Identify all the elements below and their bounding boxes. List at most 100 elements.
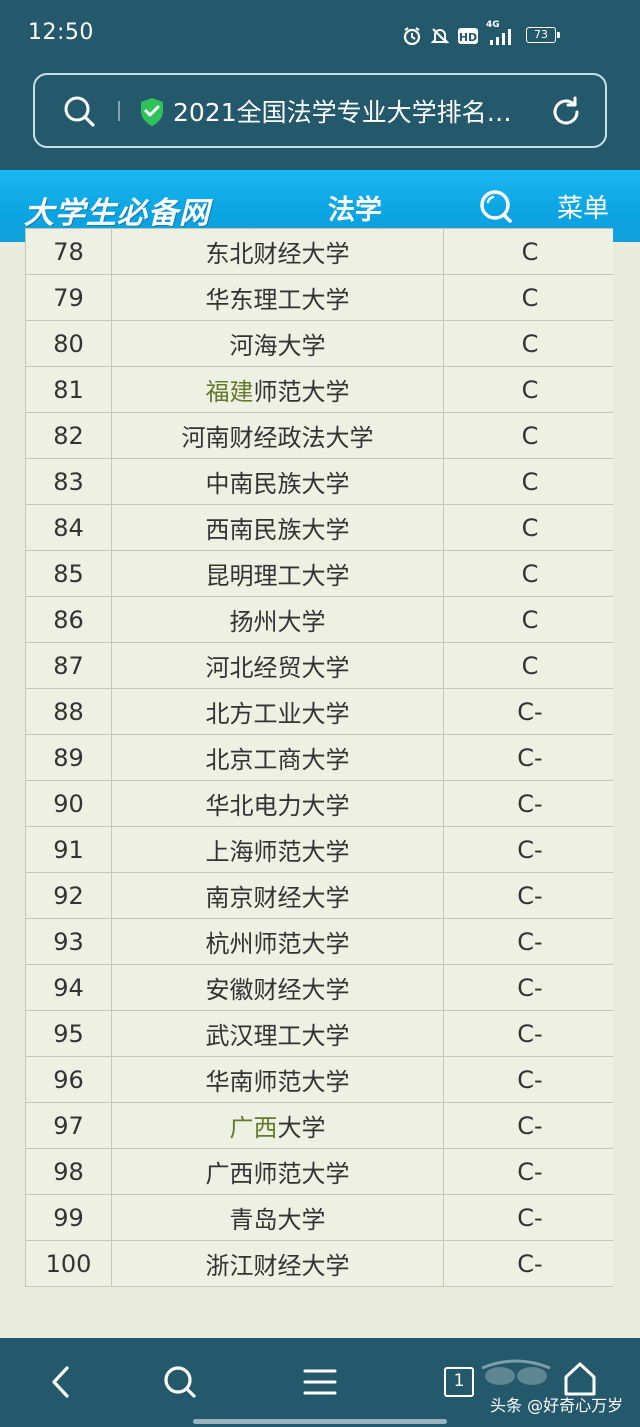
- tab-count-button[interactable]: 1: [444, 1367, 474, 1397]
- university-name-cell: 浙江财经大学: [111, 1240, 444, 1287]
- rank-cell: 87: [25, 642, 112, 689]
- rank-cell: 100: [25, 1240, 112, 1287]
- table-row: 88 北方工业大学 C-: [25, 688, 613, 735]
- grade-cell: C-: [443, 780, 613, 827]
- university-name-cell: 广西大学: [111, 1102, 444, 1149]
- grade-cell: C: [443, 366, 613, 413]
- site-logo[interactable]: 大学生必备网: [24, 188, 210, 232]
- status-bar: 12:50 HD 4G 73: [0, 0, 640, 72]
- university-name-cell: 广西师范大学: [111, 1148, 444, 1195]
- university-name-cell: 青岛大学: [111, 1194, 444, 1241]
- rank-cell: 88: [25, 688, 112, 735]
- university-name-cell: 扬州大学: [111, 596, 444, 643]
- table-row: 79 华东理工大学 C: [25, 274, 613, 321]
- menu-button[interactable]: 菜单: [557, 188, 609, 225]
- region-link[interactable]: 广西: [230, 1114, 278, 1142]
- search-icon[interactable]: [162, 1364, 198, 1404]
- university-name-cell: 华北电力大学: [111, 780, 444, 827]
- reload-icon[interactable]: [549, 95, 583, 133]
- university-name-cell: 福建师范大学: [111, 366, 444, 413]
- grade-cell: C: [443, 228, 613, 275]
- university-name-cell: 安徽财经大学: [111, 964, 444, 1011]
- university-name-rest: 大学: [277, 1114, 326, 1142]
- rank-cell: 94: [25, 964, 112, 1011]
- table-row: 94 安徽财经大学 C-: [25, 964, 613, 1011]
- rank-cell: 80: [25, 320, 112, 367]
- home-indicator[interactable]: [193, 1419, 447, 1424]
- university-name-cell: 华南师范大学: [111, 1056, 444, 1103]
- site-search-icon[interactable]: [478, 188, 514, 228]
- address-bar[interactable]: 2021全国法学专业大学排名…: [33, 73, 607, 148]
- grade-cell: C: [443, 274, 613, 321]
- rank-cell: 95: [25, 1010, 112, 1057]
- table-row: 85 昆明理工大学 C: [25, 550, 613, 597]
- address-divider: [118, 101, 120, 121]
- grade-cell: C: [443, 504, 613, 551]
- rank-cell: 91: [25, 826, 112, 873]
- rank-cell: 97: [25, 1102, 112, 1149]
- table-row: 89 北京工商大学 C-: [25, 734, 613, 781]
- status-time: 12:50: [28, 20, 94, 45]
- grade-cell: C-: [443, 1102, 613, 1149]
- grade-cell: C-: [443, 1010, 613, 1057]
- grade-cell: C-: [443, 1148, 613, 1195]
- university-name-cell: 东北财经大学: [111, 228, 444, 275]
- rank-cell: 92: [25, 872, 112, 919]
- browser-chrome: 12:50 HD 4G 73 2021全国法学专业大学排名…: [0, 0, 640, 170]
- table-row: 97 广西大学 C-: [25, 1102, 613, 1149]
- grade-cell: C-: [443, 1194, 613, 1241]
- back-icon[interactable]: [46, 1364, 76, 1404]
- rank-cell: 98: [25, 1148, 112, 1195]
- table-row: 82 河南财经政法大学 C: [25, 412, 613, 459]
- university-name-cell: 河北经贸大学: [111, 642, 444, 689]
- secure-shield-icon: [139, 97, 165, 131]
- rank-cell: 96: [25, 1056, 112, 1103]
- university-name-cell: 昆明理工大学: [111, 550, 444, 597]
- section-title[interactable]: 法学: [328, 188, 382, 227]
- rank-cell: 90: [25, 780, 112, 827]
- glasses-icon: [478, 1352, 554, 1396]
- grade-cell: C-: [443, 734, 613, 781]
- region-link[interactable]: 福建: [206, 378, 254, 406]
- grade-cell: C-: [443, 872, 613, 919]
- university-name-cell: 杭州师范大学: [111, 918, 444, 965]
- table-row: 86 扬州大学 C: [25, 596, 613, 643]
- table-row: 81 福建师范大学 C: [25, 366, 613, 413]
- mute-bell-icon: [430, 26, 450, 46]
- table-row: 80 河海大学 C: [25, 320, 613, 367]
- university-name-cell: 西南民族大学: [111, 504, 444, 551]
- university-name-cell: 河南财经政法大学: [111, 412, 444, 459]
- rank-cell: 79: [25, 274, 112, 321]
- rank-cell: 86: [25, 596, 112, 643]
- grade-cell: C-: [443, 826, 613, 873]
- rank-cell: 82: [25, 412, 112, 459]
- table-row: 87 河北经贸大学 C: [25, 642, 613, 689]
- rank-cell: 78: [25, 228, 112, 275]
- university-name-cell: 上海师范大学: [111, 826, 444, 873]
- table-row: 78 东北财经大学 C: [25, 228, 613, 275]
- rank-cell: 85: [25, 550, 112, 597]
- table-row: 92 南京财经大学 C-: [25, 872, 613, 919]
- ranking-table-viewport[interactable]: 78 东北财经大学 C 79 华东理工大学 C 80 河海大学 C 81 福建师范大学 C 82 河南财经…: [25, 228, 613, 1336]
- rank-cell: 84: [25, 504, 112, 551]
- university-name-cell: 南京财经大学: [111, 872, 444, 919]
- rank-cell: 81: [25, 366, 112, 413]
- grade-cell: C: [443, 550, 613, 597]
- battery-icon: 73: [526, 27, 560, 43]
- table-row: 91 上海师范大学 C-: [25, 826, 613, 873]
- rank-cell: 83: [25, 458, 112, 505]
- menu-lines-icon[interactable]: [302, 1364, 338, 1404]
- university-name-cell: 武汉理工大学: [111, 1010, 444, 1057]
- page-title[interactable]: 2021全国法学专业大学排名…: [173, 93, 543, 129]
- grade-cell: C-: [443, 688, 613, 735]
- table-row: 96 华南师范大学 C-: [25, 1056, 613, 1103]
- table-row: 100 浙江财经大学 C-: [25, 1240, 613, 1287]
- search-icon[interactable]: [63, 95, 97, 133]
- table-row: 95 武汉理工大学 C-: [25, 1010, 613, 1057]
- rank-cell: 93: [25, 918, 112, 965]
- rank-cell: 99: [25, 1194, 112, 1241]
- university-name-cell: 中南民族大学: [111, 458, 444, 505]
- hd-icon: HD: [458, 27, 478, 45]
- grade-cell: C: [443, 320, 613, 367]
- university-name-cell: 北京工商大学: [111, 734, 444, 781]
